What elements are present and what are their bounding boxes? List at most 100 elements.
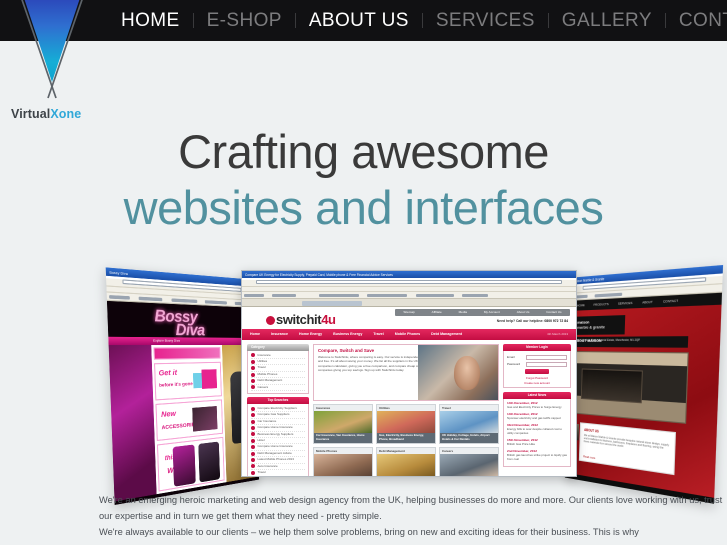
marble-granite-hero-photo bbox=[571, 350, 689, 424]
favorite-chip[interactable] bbox=[367, 293, 408, 297]
search-link-label: Business Energy Suppliers bbox=[257, 431, 294, 436]
nav-item-about-us[interactable]: ABOUT US bbox=[296, 0, 422, 41]
nav-item-gallery[interactable]: GALLERY bbox=[549, 0, 665, 41]
nav-item-e-shop[interactable]: E-SHOP bbox=[194, 0, 295, 41]
category-tile[interactable]: Careers Chose your thoughts and recommen… bbox=[439, 446, 499, 476]
sidebar-category-heading: Category bbox=[247, 343, 309, 351]
mg-nav-item-products[interactable]: PRODUCTS bbox=[593, 301, 608, 306]
favorite-chip[interactable] bbox=[272, 293, 297, 297]
news-item[interactable]: 14th December, 2012 Gas and Electricity … bbox=[507, 401, 567, 409]
site-logo[interactable]: VirtualXone bbox=[0, 0, 104, 130]
mg-nav-item-home[interactable]: HOME bbox=[577, 303, 585, 307]
bossy-diva-logo-line-2: Diva bbox=[175, 320, 205, 340]
s4u-nav-home-energy[interactable]: Home Energy bbox=[299, 332, 322, 336]
news-item[interactable]: 03rd November, 2012 Energy bills to soar… bbox=[507, 423, 567, 435]
category-tile[interactable]: Travel UK Holiday, Cottage, Hotels, Airp… bbox=[439, 403, 499, 444]
bullet-icon bbox=[251, 451, 255, 456]
browser-titlebar: Compare UK Energy for Electricity Supply… bbox=[242, 271, 576, 278]
sidebar-item-label: Debt Management bbox=[257, 378, 283, 383]
s4u-nav-debt-management[interactable]: Debt Management bbox=[431, 332, 462, 336]
news-item[interactable]: 2nd November, 2012 British gas launches … bbox=[507, 449, 567, 461]
favorite-chip[interactable] bbox=[109, 294, 130, 300]
email-label: Email bbox=[507, 355, 515, 360]
top-searches-heading: Top Searches bbox=[247, 397, 309, 405]
search-link[interactable]: Motor Bike Insurance bbox=[251, 477, 305, 478]
s4u-nav-business-energy[interactable]: Business Energy bbox=[333, 332, 362, 336]
favorite-chip[interactable] bbox=[415, 293, 454, 297]
category-tile[interactable]: Insurance Car Insurance, Van Insurance, … bbox=[313, 403, 373, 444]
password-label: Password bbox=[507, 362, 521, 367]
page-title: Crafting awesome websites and interfaces bbox=[0, 124, 727, 236]
favorite-chip[interactable] bbox=[205, 299, 228, 305]
search-link-label: Motor Bike Insurance bbox=[258, 477, 286, 478]
favorite-chip[interactable] bbox=[244, 293, 264, 297]
promo-title: New bbox=[161, 409, 177, 419]
sidebar-item-label: Mobile Phones bbox=[257, 371, 278, 376]
showcase-screenshot-left[interactable]: Bossy Diva Bossy Diva Explore Bossy Diva bbox=[105, 267, 260, 505]
bossy-diva-featured-banner[interactable]: this week We Love bbox=[156, 436, 225, 492]
bossy-diva-header: Bossy Diva bbox=[106, 300, 255, 340]
email-input[interactable] bbox=[526, 354, 567, 360]
category-tile[interactable]: Utilities Gas, Electricity, Business Ene… bbox=[376, 403, 436, 444]
sidebar-item-label: Travel bbox=[257, 365, 266, 370]
category-tile[interactable]: Mobile Phones Latest Mobile Phones 2013,… bbox=[313, 446, 373, 476]
top-link[interactable]: Media bbox=[459, 310, 467, 314]
gift-box-icon bbox=[201, 368, 218, 389]
top-link[interactable]: Sitemap bbox=[403, 310, 414, 314]
news-text: Gas and Electricity Prices to Surge Ener… bbox=[507, 404, 562, 409]
bossy-diva-promo-card-2[interactable]: New ACCESSORIES bbox=[155, 398, 224, 441]
s4u-nav-mobile-phones[interactable]: Mobile Phones bbox=[395, 332, 420, 336]
logo-word-xone: Xone bbox=[50, 107, 82, 121]
favorite-chip[interactable] bbox=[139, 296, 163, 301]
nav-item-services[interactable]: SERVICES bbox=[423, 0, 548, 41]
bullet-icon bbox=[251, 378, 255, 383]
favorite-chip[interactable] bbox=[171, 297, 198, 303]
nav-item-contact-us[interactable]: CONTACT US bbox=[666, 0, 727, 41]
top-link[interactable]: My Account bbox=[484, 310, 500, 314]
handbag-image bbox=[192, 405, 218, 432]
promo-subtitle: before it's gone bbox=[158, 380, 193, 388]
bossy-diva-center-column: Get it before it's gone New ACCESSORIES … bbox=[151, 344, 227, 494]
favorite-chip[interactable] bbox=[318, 293, 359, 297]
tile-caption: Gas, Electricity, Business Energy, Phone… bbox=[377, 432, 435, 443]
favorite-chip[interactable] bbox=[595, 292, 623, 298]
browser-url-bar[interactable] bbox=[256, 279, 562, 284]
search-link-label: Hotel bbox=[257, 438, 265, 443]
showcase-screenshot-center[interactable]: Compare UK Energy for Electricity Supply… bbox=[241, 270, 577, 477]
switchit4u-top-links[interactable]: Sitemap Affiliate Media My Account About… bbox=[395, 308, 570, 316]
category-tile[interactable]: Debt Management Debt Management Solution… bbox=[376, 446, 436, 476]
top-link[interactable]: Affiliate bbox=[432, 310, 442, 314]
news-item[interactable]: 15th November, 2012 British Gas Price Hi… bbox=[507, 438, 567, 446]
mg-nav-item-services[interactable]: SERVICES bbox=[618, 300, 633, 305]
s4u-nav-insurance[interactable]: Insurance bbox=[271, 332, 288, 336]
search-link-label: Compare Home Insurance bbox=[257, 444, 293, 449]
sign-in-button[interactable] bbox=[525, 368, 549, 375]
about-paragraph-2: We're always available to our clients – … bbox=[99, 527, 639, 537]
sidebar-item-label: Insurance bbox=[257, 352, 271, 357]
mg-nav-item-about[interactable]: ABOUT bbox=[642, 299, 653, 304]
bossy-diva-promo-card-1[interactable]: Get it before it's gone bbox=[153, 361, 222, 401]
news-item[interactable]: 14th December, 2012 Nponwer electricity … bbox=[507, 412, 567, 420]
login-field-email: Email bbox=[507, 354, 567, 360]
member-login-heading: Member Login bbox=[503, 343, 571, 351]
nav-item-home[interactable]: HOME bbox=[108, 0, 193, 41]
showcase-screenshot-right[interactable]: Maison Marble & Granite HOME PRODUCTS SE… bbox=[564, 264, 724, 504]
password-input[interactable] bbox=[526, 361, 567, 367]
s4u-nav-travel[interactable]: Travel bbox=[373, 332, 383, 336]
bullet-icon bbox=[251, 372, 255, 377]
browser-tab[interactable] bbox=[302, 300, 362, 306]
latest-news-heading: Latest News bbox=[503, 391, 571, 399]
mg-nav-item-contact[interactable]: CONTACT bbox=[663, 298, 678, 303]
create-account-link[interactable]: Create new account bbox=[507, 381, 567, 385]
top-link[interactable]: About Us bbox=[517, 310, 530, 314]
marble-granite-subheading: ABOUT MAISON bbox=[574, 337, 602, 343]
bossy-diva-promo-strip[interactable] bbox=[153, 346, 221, 360]
hero-photo bbox=[418, 344, 498, 400]
bullet-icon bbox=[251, 419, 255, 424]
favorite-chip[interactable] bbox=[462, 293, 489, 297]
browser-title-text: Maison Marble & Granite bbox=[573, 276, 605, 284]
sidebar-item-careers[interactable]: Careers bbox=[251, 385, 305, 392]
s4u-nav-home[interactable]: Home bbox=[250, 332, 260, 336]
about-card-link[interactable]: Read more bbox=[583, 454, 595, 460]
top-link[interactable]: Contact Us bbox=[546, 310, 561, 314]
